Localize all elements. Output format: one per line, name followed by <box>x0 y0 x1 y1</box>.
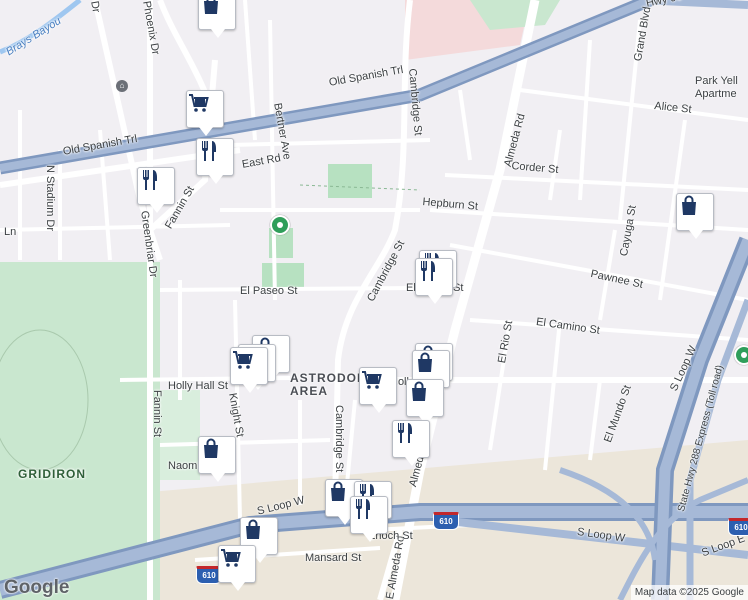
map-attribution[interactable]: Map data ©2025 Google <box>630 585 748 600</box>
area-label-astrodome: ASTRODOME AREA <box>290 371 377 398</box>
park-poi-icon[interactable] <box>270 215 290 235</box>
restaurant-marker[interactable] <box>392 420 430 466</box>
shopping-bag-marker[interactable] <box>198 436 236 482</box>
restaurant-marker[interactable] <box>137 167 175 213</box>
shopping-cart-marker[interactable] <box>230 347 268 393</box>
shopping-bag-marker[interactable] <box>198 0 236 38</box>
street-label-cambridge-st-south: Cambridge St <box>333 405 345 473</box>
street-label-fannin-st-south: Fannin St <box>151 390 163 438</box>
shopping-cart-marker[interactable] <box>218 545 256 591</box>
park-poi-icon[interactable] <box>734 345 748 365</box>
shopping-bag-marker[interactable] <box>676 193 714 239</box>
shopping-cart-marker[interactable] <box>359 367 397 413</box>
street-label-ruthie-dr: Dr <box>88 0 103 14</box>
restaurant-marker[interactable] <box>196 138 234 184</box>
interstate-610-shield: 610 <box>728 518 748 536</box>
map-canvas[interactable]: ASTRODOME AREA GRIDIRON Park Yell Apartm… <box>0 0 748 600</box>
street-label-mansard-st: Mansard St <box>305 552 362 564</box>
street-label-holly-hall-st: Holly Hall St <box>168 380 228 392</box>
street-label-lantern-ln: Ln <box>4 226 17 238</box>
street-label-el-paseo-st-west: El Paseo St <box>240 285 298 297</box>
restaurant-marker[interactable] <box>415 258 453 304</box>
area-label-park-yellowstone: Park Yell Apartme <box>695 75 738 100</box>
interstate-610-shield: 610 <box>433 512 459 530</box>
google-logo: Google <box>4 577 70 598</box>
shopping-bag-marker[interactable] <box>406 379 444 425</box>
area-label-gridiron: GRIDIRON <box>18 467 86 481</box>
restaurant-marker[interactable] <box>350 496 388 542</box>
shopping-cart-marker[interactable] <box>186 90 224 136</box>
street-label-n-stadium-dr: N Stadium Dr <box>44 165 56 232</box>
place-of-worship-icon[interactable]: ⌂ <box>116 80 128 92</box>
